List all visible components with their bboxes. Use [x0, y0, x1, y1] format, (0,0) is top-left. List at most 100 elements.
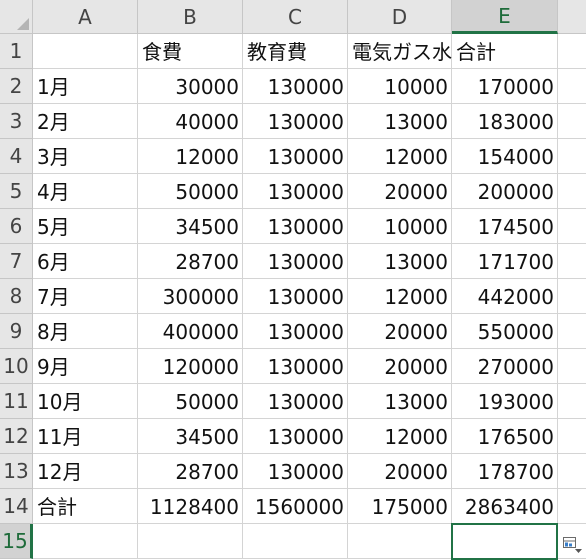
row-header-10[interactable]: 10 [0, 349, 33, 384]
cell-c14[interactable]: 1560000 [243, 489, 348, 524]
row-header-12[interactable]: 12 [0, 419, 33, 454]
cell-a10[interactable]: 9月 [33, 349, 138, 384]
cell-c10[interactable]: 130000 [243, 349, 348, 384]
cell-e6[interactable]: 174500 [452, 209, 558, 244]
cell-e5[interactable]: 200000 [452, 174, 558, 209]
cell-b12[interactable]: 34500 [138, 419, 243, 454]
cell-a5[interactable]: 4月 [33, 174, 138, 209]
cell-b5[interactable]: 50000 [138, 174, 243, 209]
quick-analysis-icon[interactable] [563, 537, 583, 555]
cell-d10[interactable]: 20000 [348, 349, 452, 384]
cell-f10[interactable] [558, 349, 586, 384]
row-header-11[interactable]: 11 [0, 384, 33, 419]
cell-f3[interactable] [558, 104, 586, 139]
cell-d12[interactable]: 12000 [348, 419, 452, 454]
row-header-13[interactable]: 13 [0, 454, 33, 489]
cell-b13[interactable]: 28700 [138, 454, 243, 489]
cell-f9[interactable] [558, 314, 586, 349]
cell-e2[interactable]: 170000 [452, 69, 558, 104]
cell-e1[interactable]: 合計 [452, 34, 558, 69]
row-header-8[interactable]: 8 [0, 279, 33, 314]
cell-d9[interactable]: 20000 [348, 314, 452, 349]
cell-b15[interactable] [138, 524, 243, 559]
cell-a2[interactable]: 1月 [33, 69, 138, 104]
row-header-1[interactable]: 1 [0, 34, 33, 69]
cell-e3[interactable]: 183000 [452, 104, 558, 139]
cell-f1[interactable] [558, 34, 586, 69]
cell-f4[interactable] [558, 139, 586, 174]
cell-e9[interactable]: 550000 [452, 314, 558, 349]
cell-e8[interactable]: 442000 [452, 279, 558, 314]
cell-e14[interactable]: 2863400 [452, 489, 558, 524]
cell-c3[interactable]: 130000 [243, 104, 348, 139]
cell-b7[interactable]: 28700 [138, 244, 243, 279]
cell-d7[interactable]: 13000 [348, 244, 452, 279]
row-header-6[interactable]: 6 [0, 209, 33, 244]
cell-b3[interactable]: 40000 [138, 104, 243, 139]
cell-a12[interactable]: 11月 [33, 419, 138, 454]
cell-b9[interactable]: 400000 [138, 314, 243, 349]
column-header-b[interactable]: B [138, 0, 243, 34]
cell-f13[interactable] [558, 454, 586, 489]
cell-c12[interactable]: 130000 [243, 419, 348, 454]
cell-b2[interactable]: 30000 [138, 69, 243, 104]
cell-e4[interactable]: 154000 [452, 139, 558, 174]
cell-e15[interactable] [452, 524, 558, 559]
cell-a14[interactable]: 合計 [33, 489, 138, 524]
cell-e10[interactable]: 270000 [452, 349, 558, 384]
column-header-c[interactable]: C [243, 0, 348, 34]
cell-a9[interactable]: 8月 [33, 314, 138, 349]
select-all-button[interactable] [0, 0, 33, 34]
row-header-3[interactable]: 3 [0, 104, 33, 139]
cell-d14[interactable]: 175000 [348, 489, 452, 524]
row-header-14[interactable]: 14 [0, 489, 33, 524]
cell-f2[interactable] [558, 69, 586, 104]
cell-b10[interactable]: 120000 [138, 349, 243, 384]
cell-a13[interactable]: 12月 [33, 454, 138, 489]
cell-d2[interactable]: 10000 [348, 69, 452, 104]
cell-a4[interactable]: 3月 [33, 139, 138, 174]
cell-b4[interactable]: 12000 [138, 139, 243, 174]
cell-a15[interactable] [33, 524, 138, 559]
column-header-e[interactable]: E [452, 0, 558, 34]
column-header-d[interactable]: D [348, 0, 452, 34]
cell-f14[interactable] [558, 489, 586, 524]
cell-d3[interactable]: 13000 [348, 104, 452, 139]
cell-a8[interactable]: 7月 [33, 279, 138, 314]
cell-f5[interactable] [558, 174, 586, 209]
cell-c4[interactable]: 130000 [243, 139, 348, 174]
cell-d8[interactable]: 12000 [348, 279, 452, 314]
cell-d5[interactable]: 20000 [348, 174, 452, 209]
cell-c11[interactable]: 130000 [243, 384, 348, 419]
cell-a3[interactable]: 2月 [33, 104, 138, 139]
cell-d11[interactable]: 13000 [348, 384, 452, 419]
row-header-15[interactable]: 15 [0, 524, 33, 559]
cell-a6[interactable]: 5月 [33, 209, 138, 244]
row-header-2[interactable]: 2 [0, 69, 33, 104]
cell-b1[interactable]: 食費 [138, 34, 243, 69]
cell-d13[interactable]: 20000 [348, 454, 452, 489]
cell-c1[interactable]: 教育費 [243, 34, 348, 69]
cell-c7[interactable]: 130000 [243, 244, 348, 279]
cell-e11[interactable]: 193000 [452, 384, 558, 419]
cell-f8[interactable] [558, 279, 586, 314]
cell-d4[interactable]: 12000 [348, 139, 452, 174]
cell-f11[interactable] [558, 384, 586, 419]
cell-c2[interactable]: 130000 [243, 69, 348, 104]
cell-c13[interactable]: 130000 [243, 454, 348, 489]
cell-c5[interactable]: 130000 [243, 174, 348, 209]
cell-f6[interactable] [558, 209, 586, 244]
cell-d6[interactable]: 10000 [348, 209, 452, 244]
row-header-4[interactable]: 4 [0, 139, 33, 174]
cell-f7[interactable] [558, 244, 586, 279]
row-header-7[interactable]: 7 [0, 244, 33, 279]
cell-a11[interactable]: 10月 [33, 384, 138, 419]
cell-b14[interactable]: 1128400 [138, 489, 243, 524]
row-header-9[interactable]: 9 [0, 314, 33, 349]
cell-e13[interactable]: 178700 [452, 454, 558, 489]
cell-c6[interactable]: 130000 [243, 209, 348, 244]
cell-e12[interactable]: 176500 [452, 419, 558, 454]
cell-b6[interactable]: 34500 [138, 209, 243, 244]
cell-f12[interactable] [558, 419, 586, 454]
cell-d15[interactable] [348, 524, 452, 559]
